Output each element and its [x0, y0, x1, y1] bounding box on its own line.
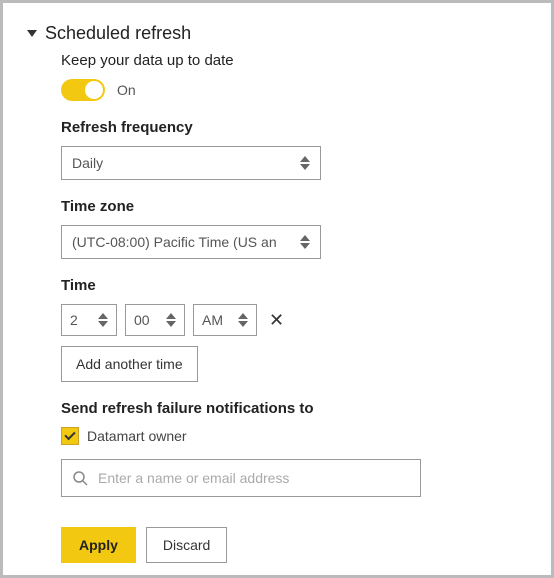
timezone-select[interactable]: (UTC-08:00) Pacific Time (US an — [61, 225, 321, 259]
datamart-owner-checkbox[interactable] — [61, 427, 79, 445]
ampm-value: AM — [202, 312, 223, 328]
remove-time-button[interactable]: ✕ — [265, 310, 288, 331]
section-title: Scheduled refresh — [45, 23, 191, 44]
notification-recipients-field[interactable] — [61, 459, 421, 497]
datamart-owner-label: Datamart owner — [87, 428, 187, 444]
chevron-updown-icon — [238, 313, 248, 327]
hour-value: 2 — [70, 312, 78, 328]
frequency-value: Daily — [72, 155, 103, 171]
discard-button[interactable]: Discard — [146, 527, 227, 563]
schedule-toggle[interactable] — [61, 79, 105, 101]
timezone-value: (UTC-08:00) Pacific Time (US an — [72, 234, 277, 250]
frequency-select[interactable]: Daily — [61, 146, 321, 180]
minute-select[interactable]: 00 — [125, 304, 185, 336]
discard-button-label: Discard — [163, 537, 210, 553]
checkmark-icon — [64, 429, 75, 440]
section-header[interactable]: Scheduled refresh — [27, 23, 527, 44]
chevron-updown-icon — [300, 235, 310, 249]
notification-recipients-input[interactable] — [98, 470, 410, 486]
ampm-select[interactable]: AM — [193, 304, 257, 336]
frequency-label: Refresh frequency — [61, 119, 527, 136]
toggle-state-label: On — [117, 82, 136, 98]
apply-button[interactable]: Apply — [61, 527, 136, 563]
keep-data-label: Keep your data up to date — [61, 52, 527, 69]
chevron-updown-icon — [98, 313, 108, 327]
timezone-label: Time zone — [61, 198, 527, 215]
search-icon — [72, 470, 88, 486]
hour-select[interactable]: 2 — [61, 304, 117, 336]
chevron-down-icon — [27, 30, 37, 37]
close-icon: ✕ — [269, 310, 284, 330]
add-another-time-label: Add another time — [76, 356, 183, 372]
notifications-label: Send refresh failure notifications to — [61, 400, 527, 417]
chevron-updown-icon — [300, 156, 310, 170]
toggle-knob-icon — [85, 81, 103, 99]
apply-button-label: Apply — [79, 537, 118, 553]
time-label: Time — [61, 277, 527, 294]
chevron-updown-icon — [166, 313, 176, 327]
add-another-time-button[interactable]: Add another time — [61, 346, 198, 382]
minute-value: 00 — [134, 312, 150, 328]
